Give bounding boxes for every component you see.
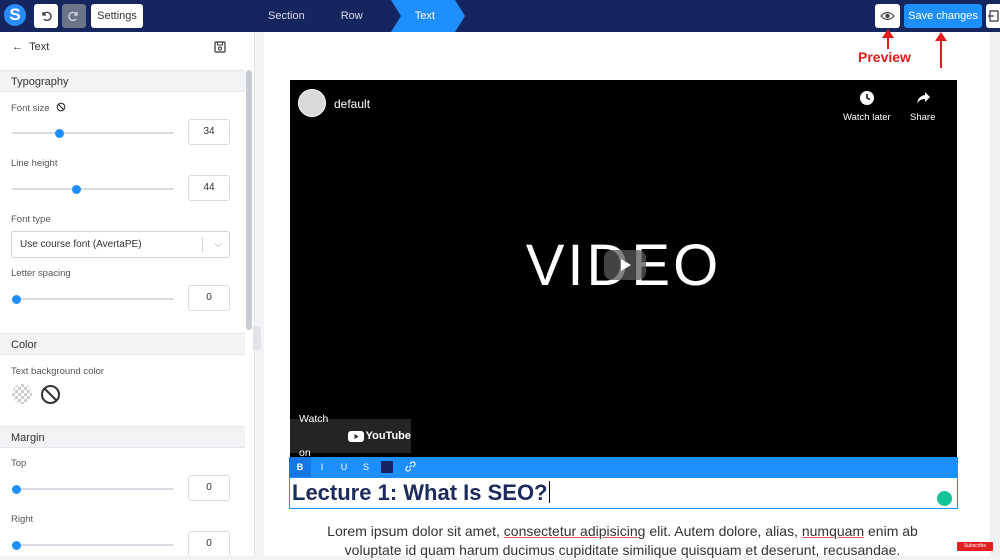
panel-title: Text (29, 41, 50, 53)
font-type-value: Use course font (AvertaPE) (20, 239, 142, 250)
canvas-scrollbar[interactable] (990, 32, 1000, 556)
play-icon (621, 259, 631, 271)
panel-collapse-handle[interactable] (253, 326, 261, 350)
margin-top-label: Top (11, 458, 27, 469)
youtube-logo: YouTube (347, 419, 411, 453)
arrow-left-icon: ← (12, 41, 23, 53)
margin-top-slider-handle[interactable] (12, 485, 21, 494)
exit-icon (988, 10, 999, 22)
lecture-heading[interactable]: Lecture 1: What Is SEO? (292, 480, 550, 506)
link-icon (404, 460, 416, 472)
strikethrough-button[interactable]: S (355, 462, 377, 472)
breadcrumb-section[interactable]: Section (250, 0, 323, 32)
save-changes-button[interactable]: Save changes (904, 4, 982, 28)
color-header: Color (0, 333, 245, 355)
share-icon (916, 92, 930, 104)
back-link[interactable]: ← Text (12, 41, 49, 53)
margin-right-label: Right (11, 514, 34, 525)
subscribe-badge: Subscribe (957, 542, 993, 551)
breadcrumb-row[interactable]: Row (323, 0, 381, 32)
line-height-label: Line height (11, 158, 58, 169)
text-bg-color-label: Text background color (11, 366, 104, 377)
letter-spacing-label: Letter spacing (11, 268, 71, 279)
heading-text-block[interactable]: Lecture 1: What Is SEO? (289, 477, 958, 509)
font-type-label: Font type (11, 214, 51, 225)
letter-spacing-input[interactable]: 0 (188, 285, 230, 311)
margin-right-slider-handle[interactable] (12, 541, 21, 550)
play-button[interactable] (604, 250, 646, 280)
transparent-swatch[interactable] (12, 384, 32, 404)
reset-icon[interactable] (56, 102, 66, 112)
watch-later-button[interactable]: Watch later (843, 90, 891, 123)
margin-top-input[interactable]: 0 (188, 475, 230, 501)
text-cursor (548, 481, 550, 503)
video-title[interactable]: default (334, 97, 370, 111)
font-size-slider-handle[interactable] (55, 129, 64, 138)
channel-avatar[interactable] (298, 89, 326, 117)
settings-panel: ← Text Typography Font size 34 Line heig… (0, 32, 255, 556)
eye-icon (880, 11, 895, 21)
clock-icon (859, 91, 874, 105)
line-height-slider-handle[interactable] (72, 185, 81, 194)
line-height-input[interactable]: 44 (188, 175, 230, 201)
margin-right-input[interactable]: 0 (188, 531, 230, 556)
app-logo[interactable]: S (4, 4, 26, 26)
underline-button[interactable]: U (333, 462, 355, 472)
save-icon[interactable] (214, 40, 226, 58)
undo-icon (42, 11, 52, 22)
breadcrumb: Section Row Text (250, 0, 466, 32)
preview-annotation-label: Preview (858, 49, 911, 65)
preview-annotation-arrow (882, 29, 894, 49)
exit-button[interactable] (986, 4, 1000, 28)
bold-button[interactable]: B (289, 457, 311, 477)
letter-spacing-slider[interactable] (12, 295, 174, 304)
font-size-input[interactable]: 34 (188, 119, 230, 145)
font-size-label: Font size (11, 102, 66, 114)
text-format-toolbar: B I U S (289, 457, 958, 477)
link-button[interactable] (399, 460, 421, 474)
undo-button[interactable] (34, 4, 58, 28)
select-divider (202, 237, 203, 252)
letter-spacing-slider-handle[interactable] (12, 295, 21, 304)
grammarly-icon[interactable] (937, 491, 952, 506)
breadcrumb-text[interactable]: Text (390, 0, 466, 32)
share-button[interactable]: Share (910, 90, 935, 123)
line-height-slider[interactable] (12, 185, 174, 194)
video-embed[interactable]: default Watch later Share VIDEO Watch on… (290, 80, 957, 459)
redo-button[interactable] (62, 4, 86, 28)
save-annotation-arrow (935, 32, 947, 68)
no-color-icon[interactable] (40, 384, 61, 410)
panel-scrollbar[interactable] (246, 70, 252, 330)
chevron-down-icon: ⌵ (214, 239, 222, 250)
italic-button[interactable]: I (311, 462, 333, 472)
margin-header: Margin (0, 426, 245, 448)
preview-button[interactable] (875, 4, 900, 28)
redo-icon (68, 11, 78, 22)
top-navbar: S Settings Section Row Text Save changes (0, 0, 1000, 32)
font-type-select[interactable]: Use course font (AvertaPE) ⌵ (11, 231, 230, 258)
text-color-button[interactable] (381, 461, 393, 473)
watch-on-youtube-link[interactable]: Watch on YouTube (290, 413, 411, 459)
margin-right-slider[interactable] (12, 541, 174, 550)
youtube-play-icon (347, 430, 364, 442)
settings-button[interactable]: Settings (91, 4, 143, 28)
typography-header: Typography (0, 70, 245, 92)
body-paragraph[interactable]: Lorem ipsum dolor sit amet, consectetur … (300, 522, 945, 560)
font-size-slider[interactable] (12, 129, 174, 138)
margin-top-slider[interactable] (12, 485, 174, 494)
